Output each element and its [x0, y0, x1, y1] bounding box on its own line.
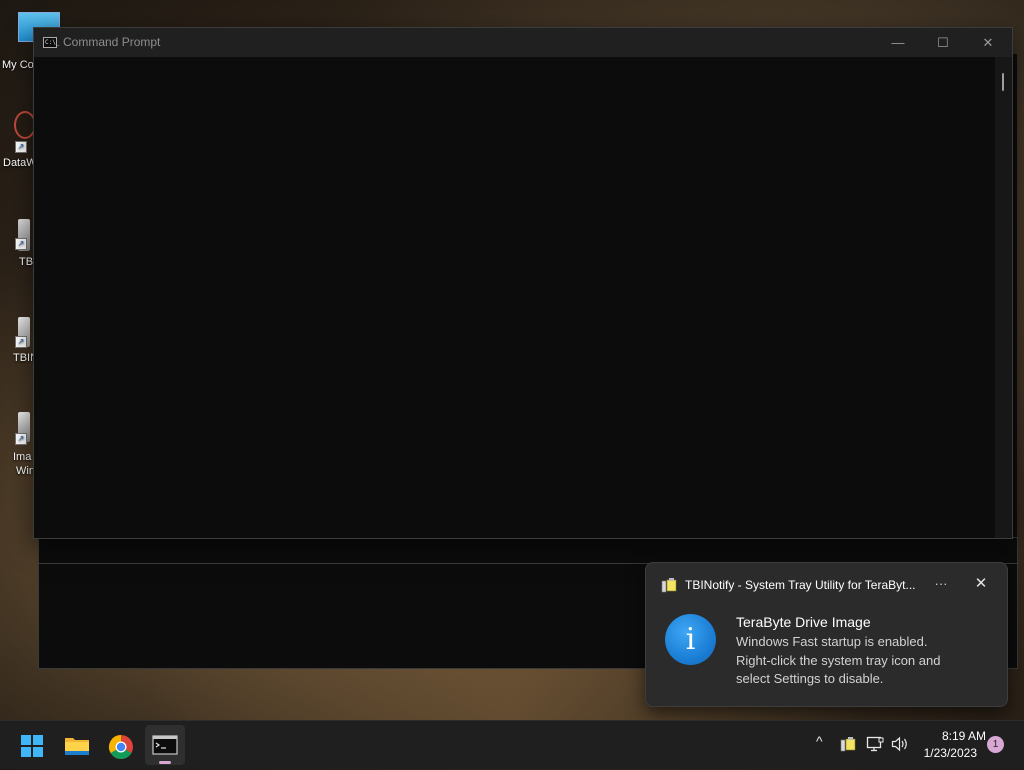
shortcut-arrow-icon: ↗ — [15, 238, 27, 250]
notification-badge[interactable]: 1 — [987, 736, 1004, 753]
vertical-scrollbar[interactable] — [995, 57, 1012, 538]
chevron-up-icon: ^ — [816, 733, 823, 749]
more-options-button[interactable]: ··· — [928, 573, 954, 597]
clock-date[interactable]: 1/23/2023 — [916, 746, 977, 760]
minimize-button[interactable]: — — [875, 28, 921, 57]
network-icon[interactable] — [866, 736, 884, 752]
console-area[interactable] — [34, 57, 994, 538]
close-icon: ✕ — [974, 575, 988, 592]
chrome-icon — [108, 735, 133, 760]
start-icon — [21, 735, 43, 757]
toast-notification[interactable]: TBINotify - System Tray Utility for Tera… — [645, 562, 1008, 707]
desktop-icon-label: Ima — [13, 451, 32, 463]
shortcut-arrow-icon: ↗ — [15, 141, 27, 153]
cmd-icon[interactable]: C:\_ — [43, 37, 59, 48]
file-explorer-icon — [65, 738, 89, 755]
close-icon: ✕ — [982, 34, 994, 50]
taskbar: ^ 8:19 AM 1/23/2023 1 — [0, 720, 1024, 769]
maximize-button[interactable]: ☐ — [920, 28, 966, 57]
shortcut-arrow-icon: ↗ — [15, 433, 27, 445]
toast-body: Windows Fast startup is enabled. Right-c… — [736, 633, 986, 689]
tbinotify-app-icon — [661, 578, 677, 593]
title-bar[interactable]: C:\_ Command Prompt — ☐ ✕ — [34, 28, 1012, 57]
toast-body-line: Right-click the system tray icon and — [736, 652, 941, 668]
window-title: Command Prompt — [63, 35, 161, 49]
file-explorer-button[interactable] — [57, 725, 97, 765]
maximize-icon: ☐ — [937, 34, 949, 50]
desktop-icon-label: My Co — [2, 59, 34, 71]
show-hidden-icons-button[interactable]: ^ — [816, 733, 823, 749]
volume-icon[interactable] — [891, 736, 909, 752]
clock-time[interactable]: 8:19 AM — [920, 729, 986, 743]
toast-title: TeraByte Drive Image — [736, 614, 871, 630]
command-prompt-window[interactable]: C:\_ Command Prompt — ☐ ✕ — [33, 27, 1013, 539]
start-button[interactable] — [12, 725, 52, 765]
toast-body-line: select Settings to disable. — [736, 671, 884, 686]
desktop-icon-label: DataW — [3, 157, 37, 169]
command-prompt-taskbar-button[interactable] — [145, 725, 185, 765]
toast-header: TBINotify - System Tray Utility for Tera… — [685, 578, 916, 592]
toast-close-button[interactable]: ✕ — [968, 573, 994, 597]
active-indicator — [159, 761, 171, 764]
info-icon: i — [665, 614, 716, 665]
chrome-button[interactable] — [101, 725, 141, 765]
tbinotify-tray-icon[interactable] — [840, 736, 856, 752]
shortcut-arrow-icon: ↗ — [15, 336, 27, 348]
toast-body-line: Windows Fast startup is enabled. — [736, 634, 928, 649]
command-prompt-icon — [152, 735, 178, 755]
close-button[interactable]: ✕ — [965, 28, 1011, 57]
scrollbar-thumb[interactable] — [1002, 73, 1004, 91]
ellipsis-icon: ··· — [934, 576, 948, 591]
minimize-icon: — — [891, 35, 905, 50]
